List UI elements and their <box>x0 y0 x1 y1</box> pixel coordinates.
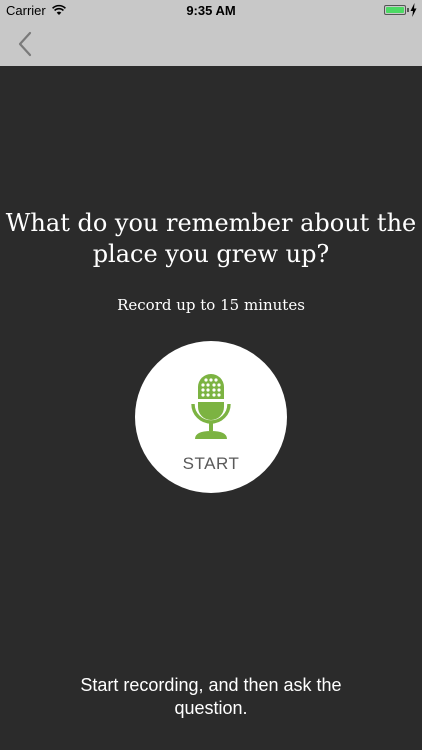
charging-icon <box>410 3 417 17</box>
battery-icon <box>384 5 406 15</box>
status-time: 9:35 AM <box>186 3 236 18</box>
nav-bar <box>0 22 422 66</box>
battery-tip <box>407 8 409 12</box>
chevron-left-icon[interactable] <box>12 30 42 58</box>
status-bar: Carrier 9:35 AM <box>0 0 422 22</box>
start-recording-button[interactable]: START <box>135 341 287 493</box>
record-limit-text: Record up to 15 minutes <box>117 296 305 314</box>
battery-level <box>386 7 404 13</box>
instruction-text: Start recording, and then ask the questi… <box>80 675 342 718</box>
microphone-icon <box>191 374 231 439</box>
start-label: START <box>182 454 240 473</box>
question-title: What do you remember about the place you… <box>5 209 417 268</box>
